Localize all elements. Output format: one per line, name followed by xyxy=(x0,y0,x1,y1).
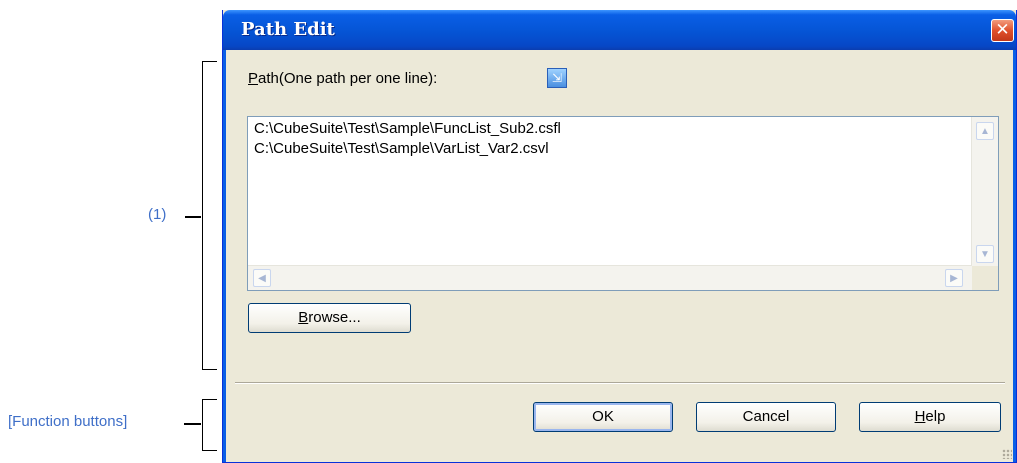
scroll-right-button[interactable]: ▶ xyxy=(945,269,963,287)
callout-1-bracket xyxy=(202,61,217,370)
window-frame-right xyxy=(1013,50,1016,462)
callout-1-label: (1) xyxy=(148,206,167,223)
path-textarea[interactable]: C:\CubeSuite\Test\Sample\FuncList_Sub2.c… xyxy=(247,116,999,291)
scroll-up-button[interactable]: ▲ xyxy=(976,122,994,140)
separator xyxy=(235,382,1005,384)
help-hotkey: H xyxy=(914,408,926,425)
path-line[interactable]: C:\CubeSuite\Test\Sample\FuncList_Sub2.c… xyxy=(254,120,561,137)
callout-function-buttons-label: [Function buttons] xyxy=(8,413,128,430)
browse-hotkey: B xyxy=(298,309,309,326)
browse-button[interactable]: Browse... xyxy=(248,303,411,333)
callout-1-tick xyxy=(185,216,201,218)
scroll-down-button[interactable]: ▼ xyxy=(976,245,994,263)
folder-browse-icon[interactable]: ⇲ xyxy=(547,68,567,88)
help-button[interactable]: Help xyxy=(859,402,1001,432)
callout-function-buttons-tick xyxy=(184,423,201,425)
window-frame-left xyxy=(223,50,226,462)
dialog-title: Path Edit xyxy=(241,19,335,40)
close-icon: ✕ xyxy=(995,20,1010,40)
ok-button[interactable]: OK xyxy=(533,402,673,432)
vertical-scrollbar[interactable]: ▲ ▼ xyxy=(971,117,998,267)
cancel-button[interactable]: Cancel xyxy=(696,402,836,432)
scrollbar-corner xyxy=(972,266,998,290)
path-line[interactable]: C:\CubeSuite\Test\Sample\VarList_Var2.cs… xyxy=(254,140,549,157)
path-label-hotkey: P xyxy=(248,70,259,87)
browse-label: rowse... xyxy=(308,309,361,326)
resize-grip[interactable] xyxy=(1002,449,1012,459)
path-edit-dialog: Path Edit ✕ Path(One path per one line):… xyxy=(222,10,1017,463)
horizontal-scrollbar[interactable]: ◀ ▶ xyxy=(248,265,972,290)
callout-function-buttons-bracket xyxy=(202,399,217,451)
close-button[interactable]: ✕ xyxy=(991,19,1014,42)
title-bar[interactable]: Path Edit ✕ xyxy=(223,10,1016,50)
ok-label: OK xyxy=(592,408,614,425)
path-label-text: ath(One path per one line): xyxy=(258,70,438,87)
cancel-label: Cancel xyxy=(742,408,790,425)
scroll-left-button[interactable]: ◀ xyxy=(253,269,271,287)
path-label: Path(One path per one line): xyxy=(248,70,437,87)
help-label: elp xyxy=(925,408,946,425)
